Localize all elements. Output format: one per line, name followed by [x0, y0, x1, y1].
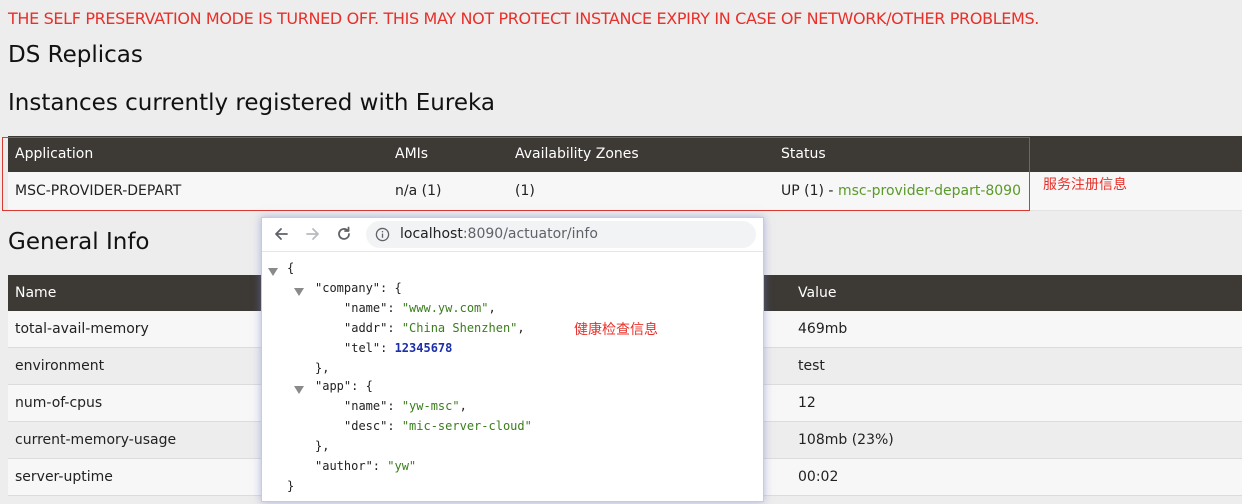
reload-icon[interactable]: [334, 224, 354, 244]
health-check-annotation: 健康检查信息: [574, 322, 658, 338]
info-value: test: [798, 358, 825, 374]
json-key: "app": [315, 379, 352, 393]
registration-annotation: 服务注册信息: [1043, 177, 1127, 193]
info-icon[interactable]: [375, 227, 390, 242]
json-key: "tel": [344, 341, 381, 355]
json-line: }: [287, 479, 295, 493]
zones-value: (1): [515, 183, 535, 199]
json-string: "yw": [387, 459, 417, 473]
json-line: "name": "yw-msc",: [344, 399, 467, 413]
instances-heading: Instances currently registered with Eure…: [8, 90, 495, 116]
collapse-triangle-icon[interactable]: [268, 268, 278, 276]
json-key: "author": [315, 459, 373, 473]
json-line: "name": "www.yw.com",: [344, 301, 496, 315]
json-key: "desc": [344, 419, 388, 433]
url-text[interactable]: localhost:8090/actuator/info: [400, 226, 598, 242]
application-name: MSC-PROVIDER-DEPART: [15, 183, 182, 199]
json-string: "China Shenzhen": [401, 321, 518, 335]
json-string: "mic-server-cloud": [401, 419, 532, 433]
json-line: },: [315, 439, 330, 453]
json-key: "company": [315, 281, 381, 295]
info-name: server-uptime: [15, 469, 113, 485]
col-availability-zones: Availability Zones: [515, 146, 639, 162]
back-arrow-icon[interactable]: [271, 224, 291, 244]
col-status: Status: [781, 146, 826, 162]
json-line: "author": "yw": [315, 459, 417, 473]
json-line: "app": {: [315, 379, 373, 393]
url-path: :8090/actuator/info: [462, 226, 598, 242]
url-host: localhost: [400, 226, 463, 242]
info-name: current-memory-usage: [15, 432, 177, 448]
json-line: },: [315, 361, 330, 375]
status-value: UP (1) - msc-provider-depart-8090: [781, 183, 1021, 199]
json-number: 12345678: [394, 341, 453, 355]
json-key: "name": [344, 301, 388, 315]
info-name: num-of-cpus: [15, 395, 103, 411]
col-application: Application: [15, 146, 94, 162]
instance-link[interactable]: msc-provider-depart-8090: [838, 183, 1021, 199]
json-key: "name": [344, 399, 388, 413]
json-line: "company": {: [315, 281, 402, 295]
info-value: 00:02: [798, 469, 839, 485]
address-bar[interactable]: localhost:8090/actuator/info: [366, 221, 756, 248]
collapse-triangle-icon[interactable]: [294, 288, 304, 296]
status-prefix: UP (1) -: [781, 183, 838, 199]
json-key: "addr": [344, 321, 388, 335]
amis-value: n/a (1): [395, 183, 442, 199]
collapse-triangle-icon[interactable]: [294, 386, 304, 394]
browser-toolbar: localhost:8090/actuator/info: [262, 218, 763, 252]
info-name: total-avail-memory: [15, 321, 149, 337]
json-line: "desc": "mic-server-cloud": [344, 419, 532, 433]
instances-table-header: Application AMIs Availability Zones Stat…: [8, 136, 1242, 172]
self-preservation-warning: THE SELF PRESERVATION MODE IS TURNED OFF…: [8, 9, 1040, 28]
json-line: {: [287, 261, 295, 275]
col-name: Name: [15, 285, 57, 301]
json-string: "yw-msc": [401, 399, 460, 413]
info-value: 469mb: [798, 321, 848, 337]
info-value: 12: [798, 395, 816, 411]
json-line: "tel": 12345678: [344, 341, 453, 355]
info-value: 108mb (23%): [798, 432, 894, 448]
forward-arrow-icon[interactable]: [303, 224, 323, 244]
json-string: "www.yw.com": [401, 301, 489, 315]
json-line: "addr": "China Shenzhen",: [344, 321, 525, 335]
actuator-info-browser-window: localhost:8090/actuator/info { "company"…: [261, 217, 764, 502]
ds-replicas-heading: DS Replicas: [8, 42, 143, 68]
general-info-heading: General Info: [8, 229, 150, 255]
col-value: Value: [798, 285, 837, 301]
col-amis: AMIs: [395, 146, 429, 162]
info-name: environment: [15, 358, 105, 374]
